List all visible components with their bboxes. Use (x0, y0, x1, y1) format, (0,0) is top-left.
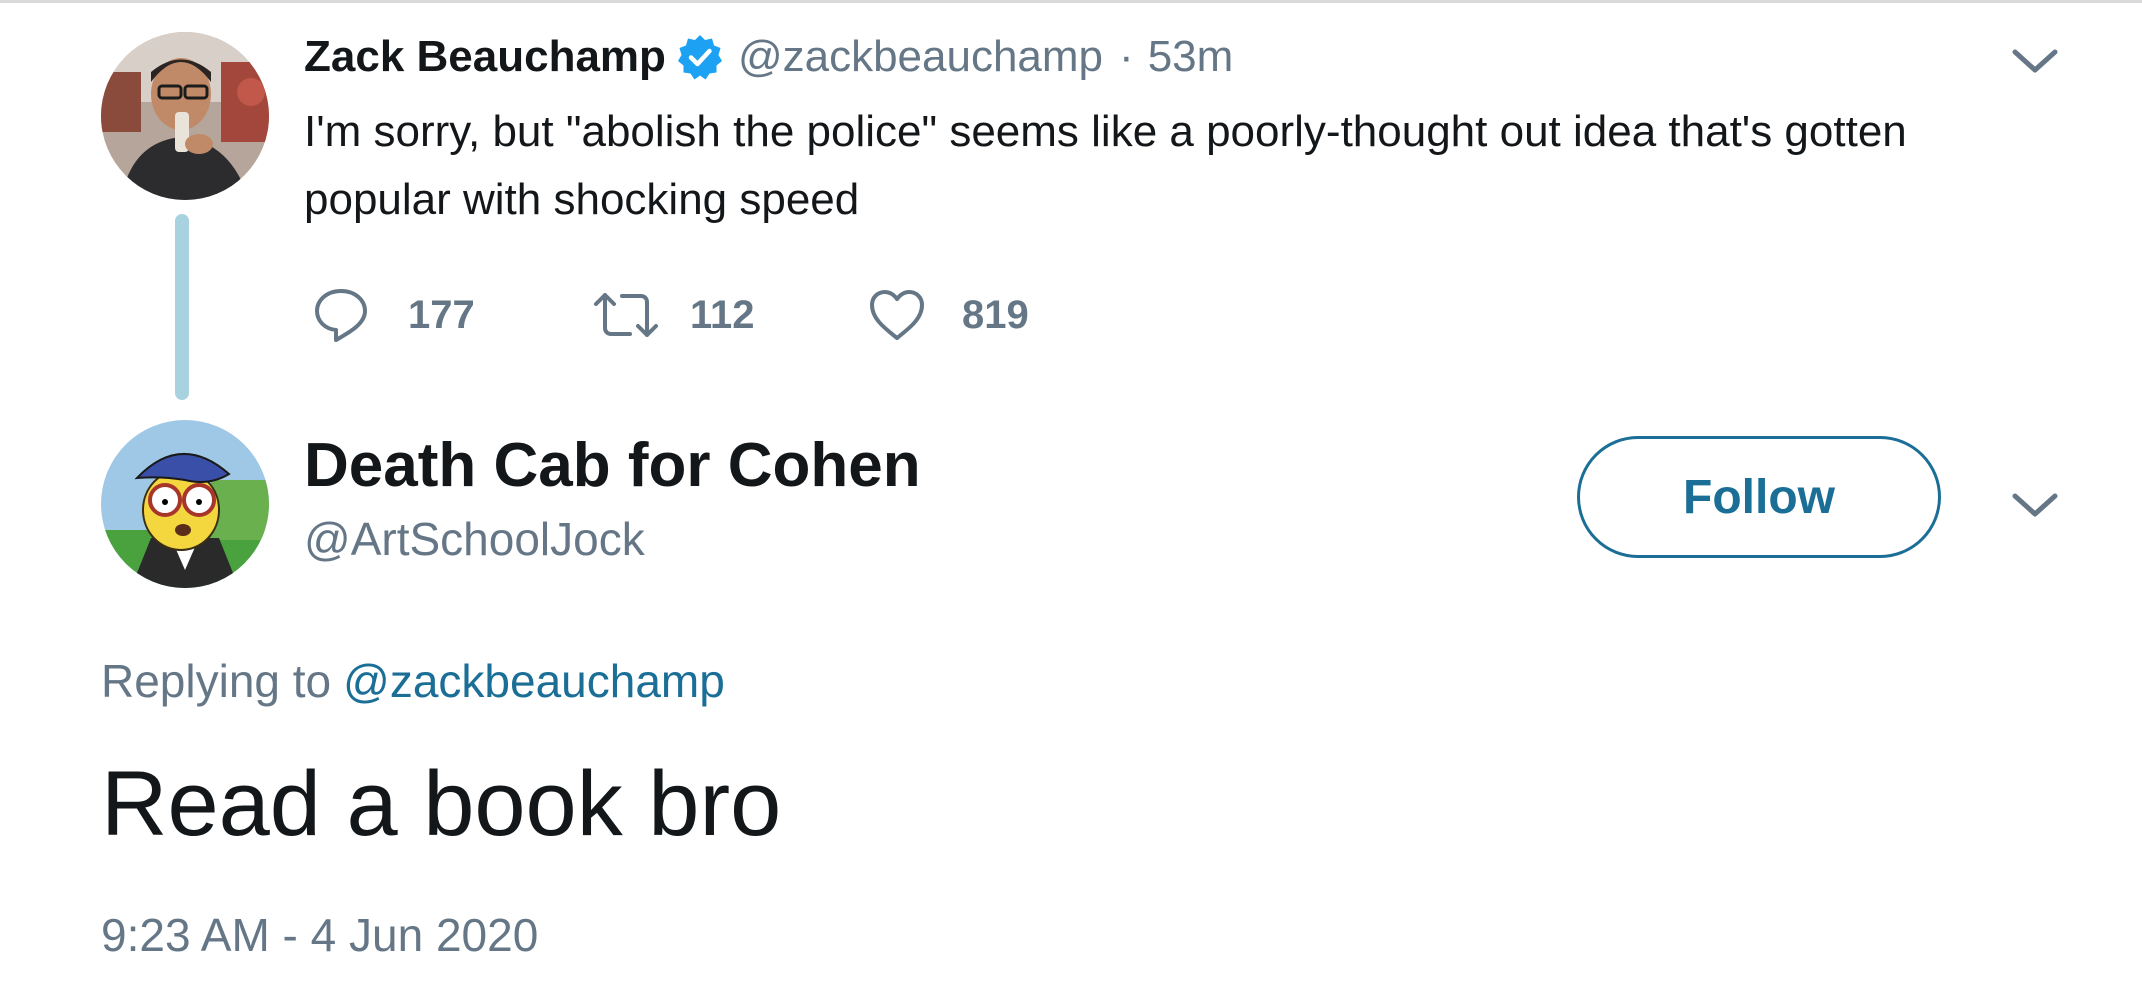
parent-author-avatar[interactable] (101, 32, 269, 200)
like-button[interactable]: 819 (868, 288, 1029, 342)
chevron-down-icon[interactable] (2010, 488, 2060, 522)
retweet-arrows-icon (592, 290, 660, 340)
reply-tweet-text: Read a book bro (101, 753, 782, 855)
follow-button[interactable]: Follow (1577, 436, 1941, 558)
replying-to-line: Replying to @zackbeauchamp (101, 654, 725, 708)
chevron-down-icon[interactable] (2010, 44, 2060, 78)
header-separator: · (1119, 32, 1134, 81)
speech-bubble-icon (312, 286, 370, 344)
replying-to-mention-link[interactable]: @zackbeauchamp (343, 655, 725, 707)
verified-badge-icon (676, 33, 724, 81)
parent-author-handle[interactable]: @zackbeauchamp (738, 32, 1103, 82)
parent-tweet-text: I'm sorry, but "abolish the police" seem… (304, 107, 1907, 224)
reply-author-name[interactable]: Death Cab for Cohen (304, 430, 921, 501)
thread-connector-line (175, 214, 189, 400)
tweet-timestamp[interactable]: 9:23 AM - 4 Jun 2020 (101, 908, 538, 962)
reply-author-handle[interactable]: @ArtSchoolJock (304, 512, 645, 566)
reply-count: 177 (408, 292, 475, 337)
parent-tweet-header: Zack Beauchamp @zackbeauchamp · 53m (304, 28, 1233, 86)
top-divider (0, 0, 2142, 3)
parent-tweet-time[interactable]: 53m (1148, 32, 1234, 82)
parent-tweet-actions: 177 112 819 (312, 280, 1029, 350)
heart-outline-icon (868, 288, 926, 342)
reply-author-avatar[interactable] (101, 420, 269, 588)
reply-button[interactable]: 177 (312, 286, 592, 344)
retweet-button[interactable]: 112 (592, 290, 868, 340)
parent-author-name[interactable]: Zack Beauchamp (304, 32, 666, 82)
like-count: 819 (962, 292, 1029, 337)
retweet-count: 112 (690, 292, 755, 337)
replying-to-label: Replying to (101, 655, 332, 707)
